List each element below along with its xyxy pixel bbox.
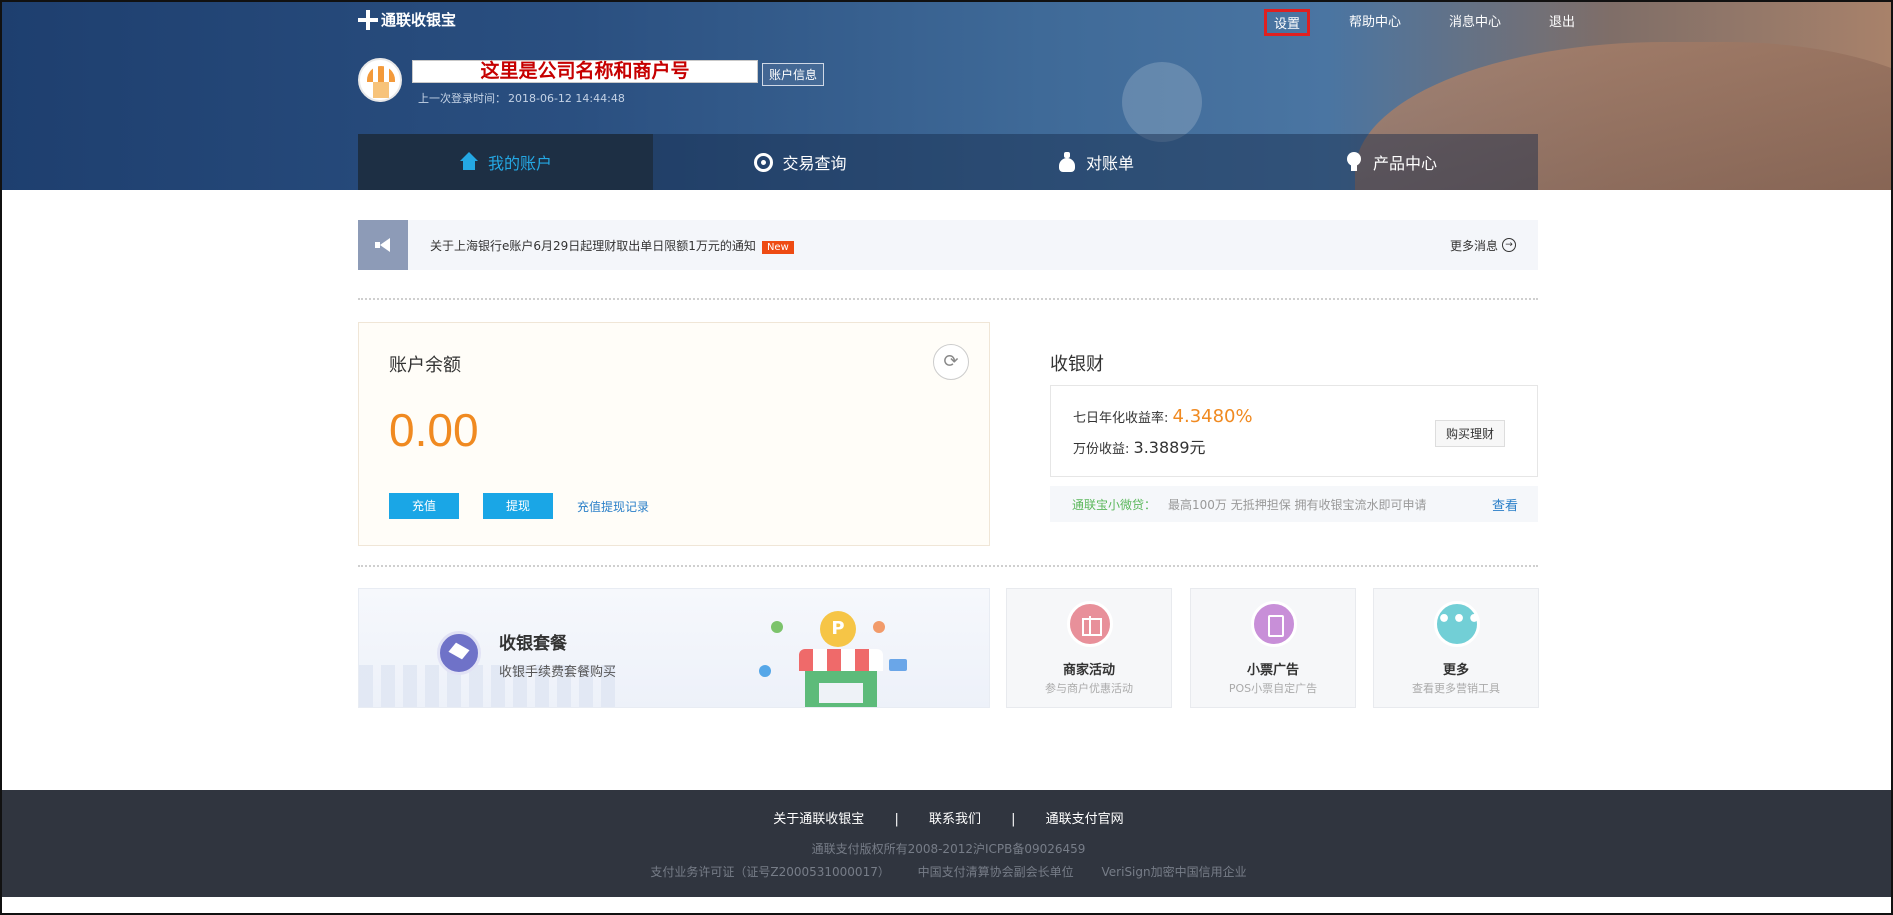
footer-cert-verisign: VeriSign加密中国信用企业 (1101, 865, 1247, 879)
alipay-dot-icon (759, 665, 771, 677)
coin-icon: P (820, 611, 856, 647)
header-background-glow (1122, 62, 1202, 142)
layers-icon (437, 631, 481, 675)
main-nav-statement[interactable]: 对账单 (948, 134, 1243, 190)
cashier-package-card[interactable]: 收银套餐 收银手续费套餐购买 P (358, 588, 990, 708)
account-info-button[interactable]: 账户信息 (762, 63, 825, 86)
home-icon (459, 152, 479, 172)
logo[interactable]: 通联收银宝 (358, 9, 456, 30)
main-nav-transaction-query[interactable]: 交易查询 (653, 134, 948, 190)
withdraw-button[interactable]: 提现 (483, 493, 553, 519)
recharge-withdraw-record-link[interactable]: 充值提现记录 (577, 498, 649, 515)
footer-link-contact[interactable]: 联系我们 (929, 812, 981, 827)
per-10k-line: 万份收益: 3.3889元 (1073, 434, 1206, 458)
footer-separator: | (1011, 812, 1016, 827)
loan-strip: 通联宝小微贷： 最高100万 无抵押担保 拥有收银宝流水即可申请 查看 (1050, 486, 1538, 522)
top-nav-messages[interactable]: 消息中心 (1440, 9, 1510, 36)
shouyincai-title: 收银财 (1050, 354, 1104, 375)
gift-icon (1067, 601, 1113, 647)
avatar[interactable] (358, 58, 402, 102)
mini-card-subtitle: 查看更多营销工具 (1412, 682, 1500, 695)
more-news-label: 更多消息 (1449, 238, 1498, 253)
balance-amount: 0.00 (389, 404, 479, 456)
divider (358, 565, 1538, 567)
main-nav: 我的账户 交易查询 对账单 产品中心 (358, 134, 1538, 190)
wechat-dot-icon (771, 621, 783, 633)
per-10k-label: 万份收益: (1073, 442, 1130, 457)
footer-cert-license: 支付业务许可证（证号Z2000531000017） (650, 865, 890, 879)
footer-certifications: 支付业务许可证（证号Z2000531000017） 中国支付清算协会副会长单位 … (2, 863, 1891, 880)
divider (358, 298, 1538, 300)
logo-icon (358, 9, 378, 30)
main-nav-label: 对账单 (1085, 154, 1134, 173)
mini-card-subtitle: 参与商户优惠活动 (1045, 682, 1133, 695)
logo-text: 通联收银宝 (381, 11, 457, 29)
refresh-icon[interactable]: ⟳ (933, 344, 969, 380)
new-badge: New (761, 240, 794, 254)
more-icon: ••• (1434, 601, 1481, 647)
merchant-activity-card[interactable]: 商家活动 参与商户优惠活动 (1006, 588, 1172, 708)
loan-desc: 最高100万 无抵押担保 拥有收银宝流水即可申请 (1168, 497, 1427, 512)
footer-separator: | (894, 812, 899, 827)
top-nav-settings[interactable]: 设置 (1264, 9, 1311, 36)
loan-view-link[interactable]: 查看 (1492, 495, 1518, 514)
more-news-link[interactable]: 更多消息 → (1450, 237, 1516, 254)
footer-cert-association: 中国支付清算协会副会长单位 (917, 865, 1074, 879)
main-nav-products[interactable]: 产品中心 (1243, 134, 1538, 190)
footer-link-about[interactable]: 关于通联收银宝 (773, 812, 864, 827)
top-nav-logout[interactable]: 退出 (1540, 9, 1584, 36)
shop-sign (819, 683, 863, 703)
loan-name: 通联宝小微贷： (1072, 497, 1157, 512)
card-icon (889, 659, 907, 671)
main-nav-label: 产品中心 (1372, 154, 1437, 173)
balance-title: 账户余额 (389, 355, 461, 376)
ticket-icon (1251, 601, 1297, 647)
page-frame: 通联收银宝 设置 帮助中心 消息中心 退出 这里是公司名称和商户号 账户信息 上… (0, 0, 1893, 915)
last-login-label: 上一次登录时间： (418, 92, 506, 105)
yield-label: 七日年化收益率: (1073, 411, 1169, 426)
notice-icon-box (358, 220, 408, 270)
notice-link[interactable]: 关于上海银行e账户6月29日起理财取出单日限额1万元的通知 New (430, 237, 794, 254)
balance-card: 账户余额 ⟳ 0.00 充值 提现 充值提现记录 (358, 322, 990, 546)
footer-link-official-site[interactable]: 通联支付官网 (1046, 812, 1124, 827)
yield-line: 七日年化收益率: 4.3480% (1073, 406, 1253, 427)
main-nav-my-account[interactable]: 我的账户 (358, 134, 653, 190)
shop-awning (799, 649, 883, 671)
notice-text: 关于上海银行e账户6月29日起理财取出单日限额1万元的通知 (430, 238, 756, 253)
top-nav-help[interactable]: 帮助中心 (1340, 9, 1410, 36)
yield-value: 4.3480% (1172, 406, 1253, 427)
company-name-field: 这里是公司名称和商户号 (412, 60, 758, 83)
bulb-icon (1344, 152, 1364, 172)
mini-card-title: 更多 (1442, 663, 1469, 678)
footer-links: 关于通联收银宝 | 联系我们 | 通联支付官网 (2, 808, 1891, 827)
query-icon (754, 152, 774, 172)
coupon-dot-icon (873, 621, 885, 633)
shouyincai-box: 七日年化收益率: 4.3480% 万份收益: 3.3889元 购买理财 (1050, 385, 1538, 477)
buy-wealth-button[interactable]: 购买理财 (1434, 420, 1505, 447)
mini-card-subtitle: POS小票自定广告 (1228, 682, 1318, 695)
bill-icon (1057, 152, 1077, 172)
notice-bar: 关于上海银行e账户6月29日起理财取出单日限额1万元的通知 New 更多消息 → (358, 220, 1538, 270)
footer: 关于通联收银宝 | 联系我们 | 通联支付官网 通联支付版权所有2008-201… (2, 790, 1891, 897)
per-10k-value: 3.3889元 (1133, 438, 1206, 457)
megaphone-icon (375, 238, 391, 252)
package-subtitle: 收银手续费套餐购买 (499, 665, 617, 680)
mini-card-title: 小票广告 (1246, 663, 1299, 678)
package-title: 收银套餐 (499, 634, 567, 654)
more-tools-card[interactable]: ••• 更多 查看更多营销工具 (1373, 588, 1539, 708)
receipt-ad-card[interactable]: 小票广告 POS小票自定广告 (1190, 588, 1356, 708)
main-nav-label: 我的账户 (487, 154, 552, 173)
top-nav: 设置 帮助中心 消息中心 退出 (1264, 9, 1584, 36)
recharge-button[interactable]: 充值 (389, 493, 459, 519)
last-login-time: 2018-06-12 14:44:48 (508, 92, 625, 105)
mini-card-title: 商家活动 (1062, 663, 1115, 678)
shop-illustration: P (759, 611, 919, 707)
main-nav-label: 交易查询 (782, 154, 847, 173)
footer-copyright: 通联支付版权所有2008-2012沪ICPB备09026459 (811, 842, 1086, 856)
last-login: 上一次登录时间： 2018-06-12 14:44:48 (416, 90, 625, 106)
arrow-right-icon: → (1502, 238, 1516, 252)
header: 通联收银宝 设置 帮助中心 消息中心 退出 这里是公司名称和商户号 账户信息 上… (2, 2, 1891, 190)
